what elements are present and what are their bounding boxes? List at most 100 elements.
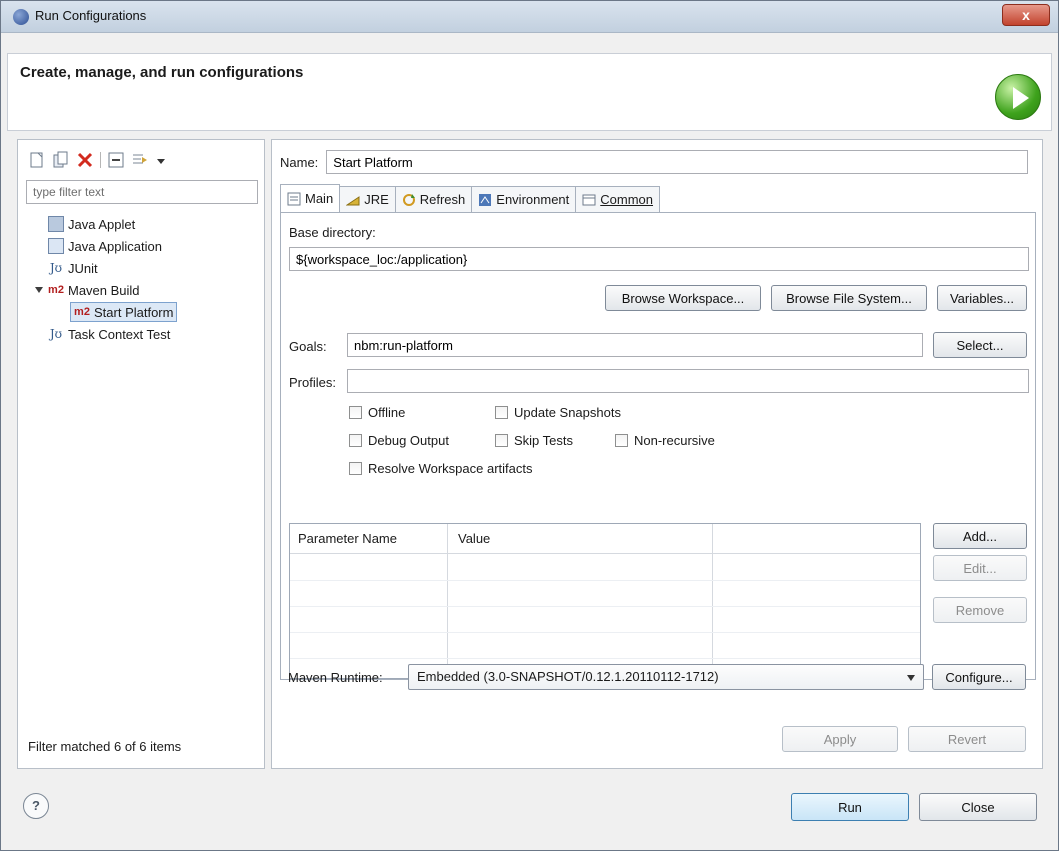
update-snapshots-checkbox[interactable]: Update Snapshots xyxy=(495,405,621,420)
checkbox-box[interactable] xyxy=(349,462,362,475)
tree-item-label: Java Applet xyxy=(68,216,136,232)
title-bar: Run Configurations x xyxy=(1,1,1058,33)
common-tab-icon xyxy=(582,193,596,207)
browse-workspace-button[interactable]: Browse Workspace... xyxy=(605,285,761,311)
name-row: Name: xyxy=(280,150,1029,174)
non-recursive-checkbox[interactable]: Non-recursive xyxy=(615,433,715,448)
duplicate-icon[interactable] xyxy=(52,151,70,169)
checkbox-label: Non-recursive xyxy=(634,433,715,448)
offline-checkbox[interactable]: Offline xyxy=(349,405,405,420)
table-row xyxy=(290,606,920,607)
configure-runtime-button[interactable]: Configure... xyxy=(932,664,1026,690)
goals-label: Goals: xyxy=(289,339,327,354)
checkbox-label: Debug Output xyxy=(368,433,449,448)
help-icon[interactable]: ? xyxy=(23,793,49,819)
checkbox-label: Skip Tests xyxy=(514,433,574,448)
junit-icon: Jʊ xyxy=(49,261,63,275)
tree-item-task-context-test[interactable]: Jʊ Task Context Test xyxy=(48,324,171,344)
configuration-editor-panel: Name: Main JRE Refresh xyxy=(271,139,1043,769)
tab-main[interactable]: Main xyxy=(280,184,341,212)
java-application-icon xyxy=(48,238,64,254)
eclipse-icon xyxy=(13,9,29,25)
select-goals-button[interactable]: Select... xyxy=(933,332,1027,358)
tree-item-label: JUnit xyxy=(68,260,98,276)
tree-item-label: Start Platform xyxy=(94,304,174,320)
run-icon xyxy=(995,74,1041,120)
revert-button[interactable]: Revert xyxy=(908,726,1026,752)
configuration-toolbar xyxy=(28,148,173,172)
checkbox-box[interactable] xyxy=(349,434,362,447)
filter-icon[interactable] xyxy=(131,151,149,169)
base-directory-label: Base directory: xyxy=(289,225,376,240)
filter-input[interactable] xyxy=(26,180,258,204)
collapse-all-icon[interactable] xyxy=(107,151,125,169)
tab-jre[interactable]: JRE xyxy=(339,186,396,212)
checkbox-box[interactable] xyxy=(615,434,628,447)
tree-item-label: Maven Build xyxy=(68,282,140,298)
skip-tests-checkbox[interactable]: Skip Tests xyxy=(495,433,573,448)
chevron-down-icon xyxy=(907,675,915,681)
run-configurations-dialog: Run Configurations x Create, manage, and… xyxy=(0,0,1059,851)
table-column xyxy=(448,524,713,678)
tree-item-java-application[interactable]: Java Application xyxy=(48,236,162,256)
window-title: Run Configurations xyxy=(35,8,147,23)
table-row xyxy=(290,632,920,633)
add-parameter-button[interactable]: Add... xyxy=(933,523,1027,549)
tab-common[interactable]: Common xyxy=(575,186,661,212)
maven-runtime-value: Embedded (3.0-SNAPSHOT/0.12.1.20110112-1… xyxy=(417,669,719,684)
remove-parameter-button[interactable]: Remove xyxy=(933,597,1027,623)
apply-button[interactable]: Apply xyxy=(782,726,898,752)
main-tab-content: Base directory: Browse Workspace... Brow… xyxy=(280,212,1036,680)
jre-tab-icon xyxy=(345,193,360,207)
browse-file-system-button[interactable]: Browse File System... xyxy=(771,285,927,311)
resolve-workspace-checkbox[interactable]: Resolve Workspace artifacts xyxy=(349,461,533,476)
tab-label: Refresh xyxy=(419,192,466,207)
tab-label: Main xyxy=(305,191,334,206)
checkbox-label: Offline xyxy=(368,405,406,420)
maven-runtime-label-visible: Maven Runtime: xyxy=(288,670,383,685)
filter-status: Filter matched 6 of 6 items xyxy=(28,739,182,754)
name-label: Name: xyxy=(280,154,319,170)
base-directory-field[interactable] xyxy=(289,247,1029,271)
tree-item-junit[interactable]: Jʊ JUnit xyxy=(48,258,98,278)
java-applet-icon xyxy=(48,216,64,232)
tab-refresh[interactable]: Refresh xyxy=(394,186,473,212)
tree-item-start-platform[interactable]: m2 Start Platform xyxy=(70,302,178,322)
debug-output-checkbox[interactable]: Debug Output xyxy=(349,433,449,448)
tree-item-label: Task Context Test xyxy=(68,326,171,342)
maven-runtime-select[interactable]: Embedded (3.0-SNAPSHOT/0.12.1.20110112-1… xyxy=(408,664,924,690)
checkbox-box[interactable] xyxy=(349,406,362,419)
junit-icon: Jʊ xyxy=(49,327,63,341)
header-title: Create, manage, and run configurations xyxy=(20,64,304,81)
m2-icon: m2 xyxy=(48,284,64,296)
chevron-down-icon[interactable] xyxy=(155,151,173,169)
tab-label: Environment xyxy=(496,192,570,207)
checkbox-label: Resolve Workspace artifacts xyxy=(368,461,533,476)
tab-environment[interactable]: Environment xyxy=(471,186,577,212)
delete-icon[interactable] xyxy=(76,151,94,169)
profiles-field[interactable] xyxy=(347,369,1029,393)
new-configuration-icon[interactable] xyxy=(28,151,46,169)
m2-icon: m2 xyxy=(74,306,90,318)
tab-label: JRE xyxy=(364,192,389,207)
close-button[interactable]: Close xyxy=(919,793,1037,821)
main-tab-icon xyxy=(287,192,301,206)
close-icon: x xyxy=(1022,7,1030,23)
tree-item-label: Java Application xyxy=(68,238,162,254)
window-close-button[interactable]: x xyxy=(1002,4,1050,26)
name-field[interactable] xyxy=(326,150,1029,174)
edit-parameter-button[interactable]: Edit... xyxy=(933,555,1027,581)
expand-arrow-icon[interactable] xyxy=(34,285,44,295)
column-header-value: Value xyxy=(458,531,491,546)
table-column xyxy=(290,524,448,678)
run-button[interactable]: Run xyxy=(791,793,909,821)
parameters-table[interactable]: Parameter Name Value xyxy=(289,523,921,679)
tab-bar: Main JRE Refresh Environment Common xyxy=(280,184,661,212)
variables-button[interactable]: Variables... xyxy=(937,285,1027,311)
checkbox-box[interactable] xyxy=(495,434,508,447)
checkbox-label: Update Snapshots xyxy=(514,405,621,420)
tree-item-java-applet[interactable]: Java Applet xyxy=(48,214,135,234)
checkbox-box[interactable] xyxy=(495,406,508,419)
goals-field[interactable] xyxy=(347,333,923,357)
tree-item-maven-build[interactable]: m2 Maven Build xyxy=(34,280,140,300)
